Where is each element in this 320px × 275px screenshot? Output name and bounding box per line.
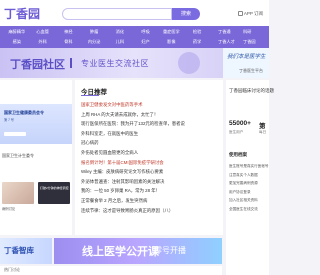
title-underline <box>81 95 99 96</box>
course-banner-sub: 零号开播 <box>154 246 186 255</box>
rule-item: 更加完善病例资源 <box>229 181 258 185</box>
slide-title: 国家卫生健康委员会令 <box>4 110 44 115</box>
right-title: 丁香园临床讨论的话题 <box>229 88 274 93</box>
community-banner[interactable]: 丁香园社区 专业医生交流社区 <box>0 48 223 78</box>
nav-item[interactable]: 妇产 <box>133 38 159 45</box>
news-item[interactable]: 正常餐食举 2 月之后，发生突然病 <box>81 196 221 206</box>
nav-item[interactable]: 外科 <box>30 38 56 45</box>
search-button[interactable]: 搜索 <box>172 8 200 20</box>
nav-right: 丁香通 科研 丁香人才 丁香园 <box>218 28 268 45</box>
side-ad-sub: 丁香医生平台 <box>239 68 263 73</box>
carousel-slide[interactable]: 国家卫生健康委员会令 第 7 号 <box>0 104 72 144</box>
rule-item: 注意真实个人数据 <box>229 172 258 177</box>
nav-item[interactable]: 心血管 <box>30 28 56 35</box>
rule-item: 医生账号是真实行医帐号 <box>229 164 269 168</box>
nav-right-item[interactable]: 丁香园 <box>243 38 268 45</box>
slide-caption[interactable]: 国家卫生计生委令 <box>2 153 34 159</box>
stat-users-label: 医生用户 <box>229 130 244 134</box>
news-item[interactable]: 现行医保所在医院：我为开了132元的检查单，患者说 <box>81 119 221 129</box>
thumbnail-video[interactable]: 打破2分钟的神经调控 <box>38 182 70 204</box>
right-column: 丁香园临床讨论的话题 55000+ 第 医生用户 每日 使用档案 医生账号是真实… <box>226 80 274 275</box>
nav-right-item[interactable]: 丁香人才 <box>218 38 243 45</box>
category-nav: 麻醉精华 心血管 神经 肿瘤 消化 呼吸 重症医学 检验感染 外科 骨科 内分泌 儿科 妇产 影像 药学 丁… <box>0 26 269 48</box>
nav-item[interactable]: 内分泌 <box>81 38 107 45</box>
nav-item[interactable]: 重症医学 <box>159 28 185 35</box>
nav-item[interactable]: 呼吸 <box>133 28 159 35</box>
nav-right-item[interactable]: 丁香通 <box>218 28 243 35</box>
think-tank-banner[interactable]: 丁香智库 <box>0 238 52 264</box>
slide-subtitle: 第 7 号 <box>4 118 14 122</box>
banner-decoration <box>178 52 200 74</box>
app-icon <box>237 11 243 17</box>
rule-item: 加入社区相关资料 <box>229 198 258 202</box>
nav-item[interactable]: 消化 <box>107 28 133 35</box>
site-logo[interactable]: 丁香园 <box>4 5 40 22</box>
nav-item[interactable]: 肿瘤 <box>81 28 107 35</box>
top-header: 丁香园 搜索 APP 订阅 <box>0 0 269 26</box>
thumbnail-video-text: 打破2分钟的神经调控 <box>40 186 69 190</box>
nav-grid: 麻醉精华 心血管 神经 肿瘤 消化 呼吸 重症医学 检验感染 外科 骨科 内分泌 儿科 妇产 影像 药学 <box>4 28 210 45</box>
recommend-panel: 今日推荐 国家卫健委发文对中医药等手术 上周 RHA 的大夫请去成就你，太忙了！现… <box>75 80 223 235</box>
think-tank-text: 丁香智库 <box>4 246 34 255</box>
news-item[interactable]: 冠心病药 <box>81 138 221 148</box>
slide-tag <box>4 132 26 136</box>
nav-item[interactable]: 神经 <box>56 28 82 35</box>
bottom-strip: 热门讨论 <box>0 266 222 275</box>
thumbnail-caption[interactable]: 病例讨论 <box>2 206 15 211</box>
banner-divider <box>70 58 72 68</box>
course-banner-title: 线上医学公开课 <box>82 246 159 258</box>
rules-title: 使用档案 <box>229 152 247 157</box>
rules-list: 医生账号是真实行医帐号 注意真实个人数据 更加完善病例资源 用户协议登录加入社区相关资… <box>229 162 269 213</box>
nav-item[interactable]: 药学 <box>184 38 210 45</box>
news-item[interactable]: 我的：一位 50 岁卵巢 RA，常为 28 年！ <box>81 186 221 196</box>
banner-title: 丁香园社区 <box>10 59 65 71</box>
news-item[interactable]: 国家卫健委发文对中医药等手术 <box>81 100 221 110</box>
nav-item[interactable]: 影像 <box>159 38 185 45</box>
search-input[interactable] <box>62 8 172 20</box>
course-banner[interactable]: 线上医学公开课 零号开播 <box>54 238 222 264</box>
stat-users: 55000+ <box>229 120 251 127</box>
news-item[interactable]: Wiley 主编：皮肤病研究论文写作核心要素 <box>81 167 221 177</box>
rule-item: 全国医生在线交流 <box>229 206 258 211</box>
news-item[interactable]: 上周 RHA 的大夫请去成就你，太忙了！ <box>81 110 221 120</box>
nav-item[interactable]: 感染 <box>4 38 30 45</box>
news-list: 国家卫健委发文对中医药等手术 上周 RHA 的大夫请去成就你，太忙了！ 现行医保所在… <box>81 100 221 215</box>
news-item[interactable]: 外泌体普遍查：注射其影响因素的关注解决 <box>81 177 221 187</box>
thumbnail-image[interactable] <box>2 182 34 204</box>
left-column: 国家卫生健康委员会令 第 7 号 国家卫生计生委令 打破2分钟的神经调控 病例讨… <box>0 80 72 235</box>
stat-daily: 第 <box>259 123 266 130</box>
bottom-strip-text: 热门讨论 <box>4 267 20 272</box>
header-links-text: APP 订阅 <box>243 11 263 16</box>
side-ad-text: 我们本是医学生 <box>227 54 266 60</box>
banner-subtitle: 专业医生交流社区 <box>81 59 149 68</box>
side-ad[interactable]: 我们本是医学生 丁香医生平台 <box>223 48 269 78</box>
header-links[interactable]: APP 订阅 <box>237 11 263 17</box>
nav-item[interactable]: 骨科 <box>56 38 82 45</box>
news-item[interactable]: 外伤处者见圆血管更的全病人 <box>81 148 221 158</box>
news-item[interactable]: 连续节律：这才是导致胃肠炎真正的原因（八） <box>81 206 221 216</box>
nav-item[interactable]: 麻醉精华 <box>4 28 30 35</box>
nav-right-item[interactable]: 科研 <box>243 28 268 35</box>
stat-daily-label: 每日 <box>259 130 267 134</box>
news-item[interactable]: 外科科室走，在就医中的医生 <box>81 129 221 139</box>
nav-item[interactable]: 儿科 <box>107 38 133 45</box>
rule-item: 用户协议登录 <box>229 189 251 194</box>
news-item[interactable]: 报名倒计时！第十届CMI国际免疫学研讨会 <box>81 158 221 168</box>
nav-item[interactable]: 检验 <box>184 28 210 35</box>
